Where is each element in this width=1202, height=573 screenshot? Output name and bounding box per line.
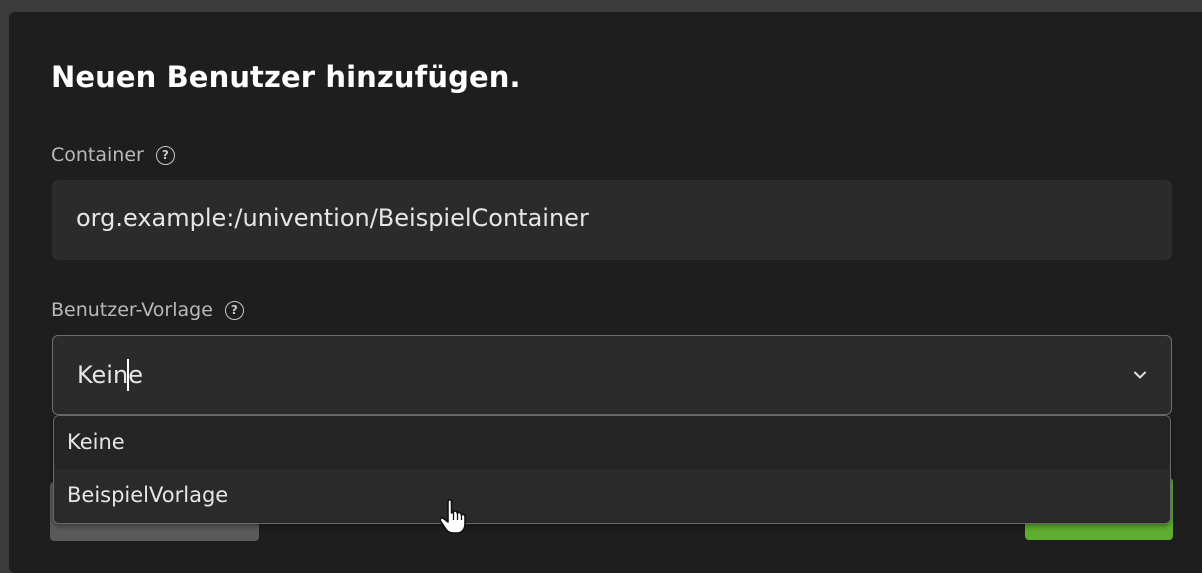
help-circle-icon[interactable]: ? [224, 300, 244, 320]
dropdown-option-beispielvorlage[interactable]: BeispielVorlage [54, 469, 1170, 522]
template-label-text: Benutzer-Vorlage [51, 299, 213, 321]
template-dropdown-menu: Keine BeispielVorlage [53, 415, 1171, 524]
template-field-label: Benutzer-Vorlage ? [51, 299, 244, 321]
dropdown-option-keine[interactable]: Keine [54, 416, 1170, 469]
container-field-label: Container ? [51, 144, 175, 166]
container-label-text: Container [51, 144, 144, 166]
dialog-title: Neuen Benutzer hinzufügen. [51, 60, 521, 94]
container-value: org.example:/univention/BeispielContaine… [76, 204, 589, 232]
chevron-down-icon[interactable] [1131, 366, 1149, 384]
template-select-value[interactable]: Keine [77, 361, 143, 389]
text-caret [127, 359, 129, 391]
pointer-hand-icon [439, 499, 466, 534]
template-select[interactable]: Keine [52, 335, 1172, 415]
container-field: org.example:/univention/BeispielContaine… [52, 180, 1172, 260]
add-user-dialog: Neuen Benutzer hinzufügen. Container ? o… [9, 12, 1202, 573]
help-circle-icon[interactable]: ? [155, 145, 175, 165]
